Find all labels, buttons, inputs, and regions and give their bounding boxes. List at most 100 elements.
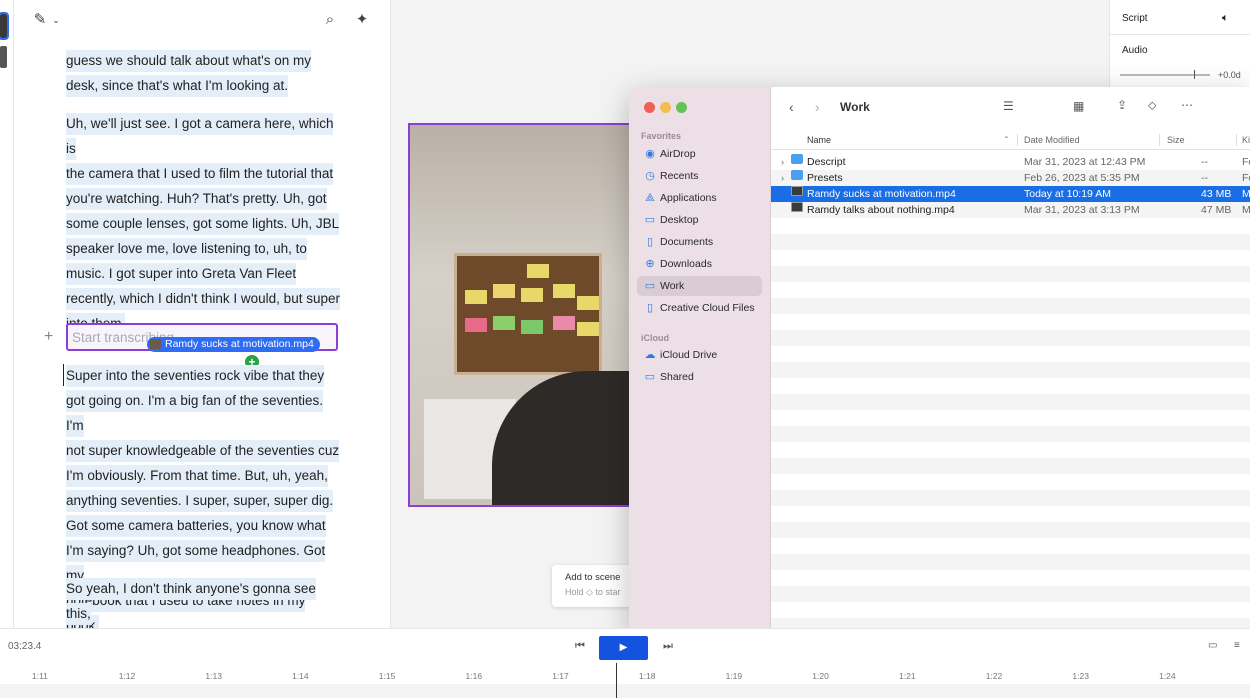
sidebar-item-airdrop[interactable]: ◉ AirDrop (637, 144, 762, 164)
sidebar-item-downloads[interactable]: ⊕ Downloads (637, 254, 762, 274)
video-preview[interactable] (408, 123, 638, 507)
sticky-note (521, 288, 543, 302)
disclosure-chevron-icon[interactable]: › (781, 154, 784, 170)
sidebar-item-recents[interactable]: ◷ Recents (637, 166, 762, 186)
file-date-modified: Mar 31, 2023 at 3:13 PM (1024, 204, 1140, 216)
folder-icon: ▭ (644, 280, 656, 292)
finder-window: Favorites ◉ AirDrop ◷ Recents ⟁ Applications ▭… (629, 87, 1250, 632)
chevron-down-icon[interactable]: ⌄ (46, 10, 66, 30)
transcript-line[interactable]: guess we should talk about what's on my (66, 50, 311, 72)
file-row[interactable]: › Presets Feb 26, 2023 at 5:35 PM -- Fo (771, 170, 1250, 186)
column-divider[interactable] (1159, 134, 1160, 146)
sticky-note (521, 320, 543, 334)
scene-thumbnail[interactable] (0, 12, 9, 40)
timeline-track[interactable] (0, 684, 1250, 698)
zoom-window-button[interactable] (676, 102, 687, 113)
tooltip-title: Add to scene (565, 572, 621, 583)
sticky-note (465, 290, 487, 304)
sidebar-item-applications[interactable]: ⟁ Applications (637, 188, 762, 208)
transcript-line[interactable]: Got some camera batteries, you know what (66, 515, 326, 537)
column-kind[interactable]: Ki (1242, 135, 1250, 145)
skip-back-icon[interactable]: ⏮︎ (575, 640, 585, 653)
dragged-file-chip: Ramdy sucks at motivation.mp4 (147, 337, 320, 352)
video-thumbnail-icon (149, 339, 161, 349)
empty-row (771, 522, 1250, 538)
transcript-line[interactable]: So yeah, I don't think anyone's gonna se… (66, 578, 316, 625)
empty-row (771, 362, 1250, 378)
transcript-line[interactable]: you're watching. Huh? That's pretty. Uh,… (66, 188, 327, 210)
playhead[interactable] (616, 663, 617, 698)
transcript-line[interactable]: some couple lenses, got some lights. Uh,… (66, 213, 340, 235)
sparkle-icon[interactable]: ✦ (352, 10, 372, 30)
folder-icon (791, 154, 803, 164)
timeline-tick-label: 1:24 (1159, 671, 1176, 681)
layout-toggle-icon[interactable]: ▭ (1208, 640, 1217, 651)
transcript-line[interactable]: Uh, we'll just see. I got a camera here,… (66, 113, 334, 160)
disclosure-chevron-icon[interactable]: › (781, 170, 784, 186)
transcript-line[interactable]: anything seventies. I super, super, supe… (66, 490, 334, 512)
text-align-icon[interactable]: ≡ (1234, 640, 1240, 651)
sort-chevron-icon[interactable]: ⌃ (1003, 135, 1010, 144)
transcript-paragraph[interactable]: So yeah, I don't think anyone's gonna se… (66, 576, 342, 628)
document-icon: ▯ (646, 236, 654, 248)
search-icon[interactable]: ⌕ (320, 10, 340, 30)
share-icon[interactable]: ⇪ (1117, 98, 1127, 112)
play-button[interactable]: ▶ (599, 636, 648, 660)
sidebar-item-creative-cloud-files[interactable]: ▯ Creative Cloud Files (637, 298, 762, 318)
transcript-line[interactable]: not super knowledgeable of the seventies… (66, 440, 340, 462)
transcript-line[interactable]: recently, which I didn't think I would, … (66, 288, 340, 310)
column-size[interactable]: Size (1167, 135, 1185, 145)
column-date-modified[interactable]: Date Modified (1024, 135, 1080, 145)
transcript-line[interactable]: music. I got super into Greta Van Fleet (66, 263, 297, 285)
sidebar-item-work[interactable]: ▭ Work (637, 276, 762, 296)
minimize-window-button[interactable] (660, 102, 671, 113)
empty-row (771, 442, 1250, 458)
transcript-line[interactable]: speaker love me, love listening to, uh, … (66, 238, 307, 260)
sidebar-item-shared[interactable]: ▭ Shared (637, 367, 762, 387)
sidebar-item-label: Desktop (660, 214, 699, 226)
volume-slider[interactable] (1120, 74, 1210, 76)
timeline-tick-label: 1:19 (725, 671, 743, 681)
scene-thumbnail[interactable] (0, 46, 7, 68)
speaker-icon[interactable]: 🔈︎ (1222, 12, 1229, 25)
skip-forward-icon[interactable]: ⏭︎ (663, 640, 673, 653)
transcript-line[interactable]: Super into the seventies rock vibe that … (66, 365, 325, 387)
file-row[interactable]: Ramdy sucks at motivation.mp4 Today at 10… (771, 186, 1250, 202)
group-view-icon[interactable]: ▦ (1073, 99, 1084, 113)
sidebar-item-documents[interactable]: ▯ Documents (637, 232, 762, 252)
cloud-icon: ☁ (644, 349, 656, 361)
script-section-label: Script (1122, 13, 1148, 24)
empty-row (771, 218, 1250, 234)
transcript-paragraph[interactable]: guess we should talk about what's on my d… (66, 48, 342, 98)
list-view-icon[interactable]: ☰ (1003, 99, 1014, 113)
transcript-line[interactable]: got going on. I'm a big fan of the seven… (66, 390, 323, 437)
transcript-paragraph[interactable]: Uh, we'll just see. I got a camera here,… (66, 111, 342, 336)
file-size: -- (1201, 156, 1208, 168)
finder-toolbar: ‹ › Work ☰ ▦ ⇪ ⬦ ⋯ (771, 87, 1250, 127)
file-row[interactable]: Ramdy talks about nothing.mp4 Mar 31, 202… (771, 202, 1250, 218)
sidebar-item-desktop[interactable]: ▭ Desktop (637, 210, 762, 230)
more-actions-icon[interactable]: ⋯ (1181, 98, 1193, 112)
file-name: Ramdy sucks at motivation.mp4 (807, 188, 956, 200)
forward-button[interactable]: › (815, 99, 820, 115)
transcript-line[interactable]: I'm obviously. From that time. But, uh, … (66, 465, 328, 487)
column-divider[interactable] (1236, 134, 1237, 146)
volume-slider-handle[interactable] (1194, 70, 1195, 79)
empty-row (771, 250, 1250, 266)
column-divider[interactable] (1017, 134, 1018, 146)
close-window-button[interactable] (644, 102, 655, 113)
sticky-note (553, 316, 575, 330)
sidebar-section-favorites: Favorites (641, 131, 682, 141)
sidebar-item-label: Shared (660, 371, 694, 383)
add-line-icon[interactable]: + (44, 328, 53, 346)
back-button[interactable]: ‹ (789, 99, 794, 115)
sticky-note (493, 316, 515, 330)
column-name[interactable]: Name (807, 135, 831, 145)
file-row[interactable]: › Descript Mar 31, 2023 at 12:43 PM -- Fo (771, 154, 1250, 170)
timecode: 03:23.4 (8, 641, 42, 652)
tag-icon[interactable]: ⬦ (1148, 98, 1156, 113)
transcript-line[interactable]: the camera that I used to film the tutor… (66, 163, 334, 185)
transcript-line[interactable]: desk, since that's what I'm looking at. (66, 75, 289, 97)
empty-row (771, 282, 1250, 298)
sidebar-item-icloud-drive[interactable]: ☁ iCloud Drive (637, 345, 762, 365)
